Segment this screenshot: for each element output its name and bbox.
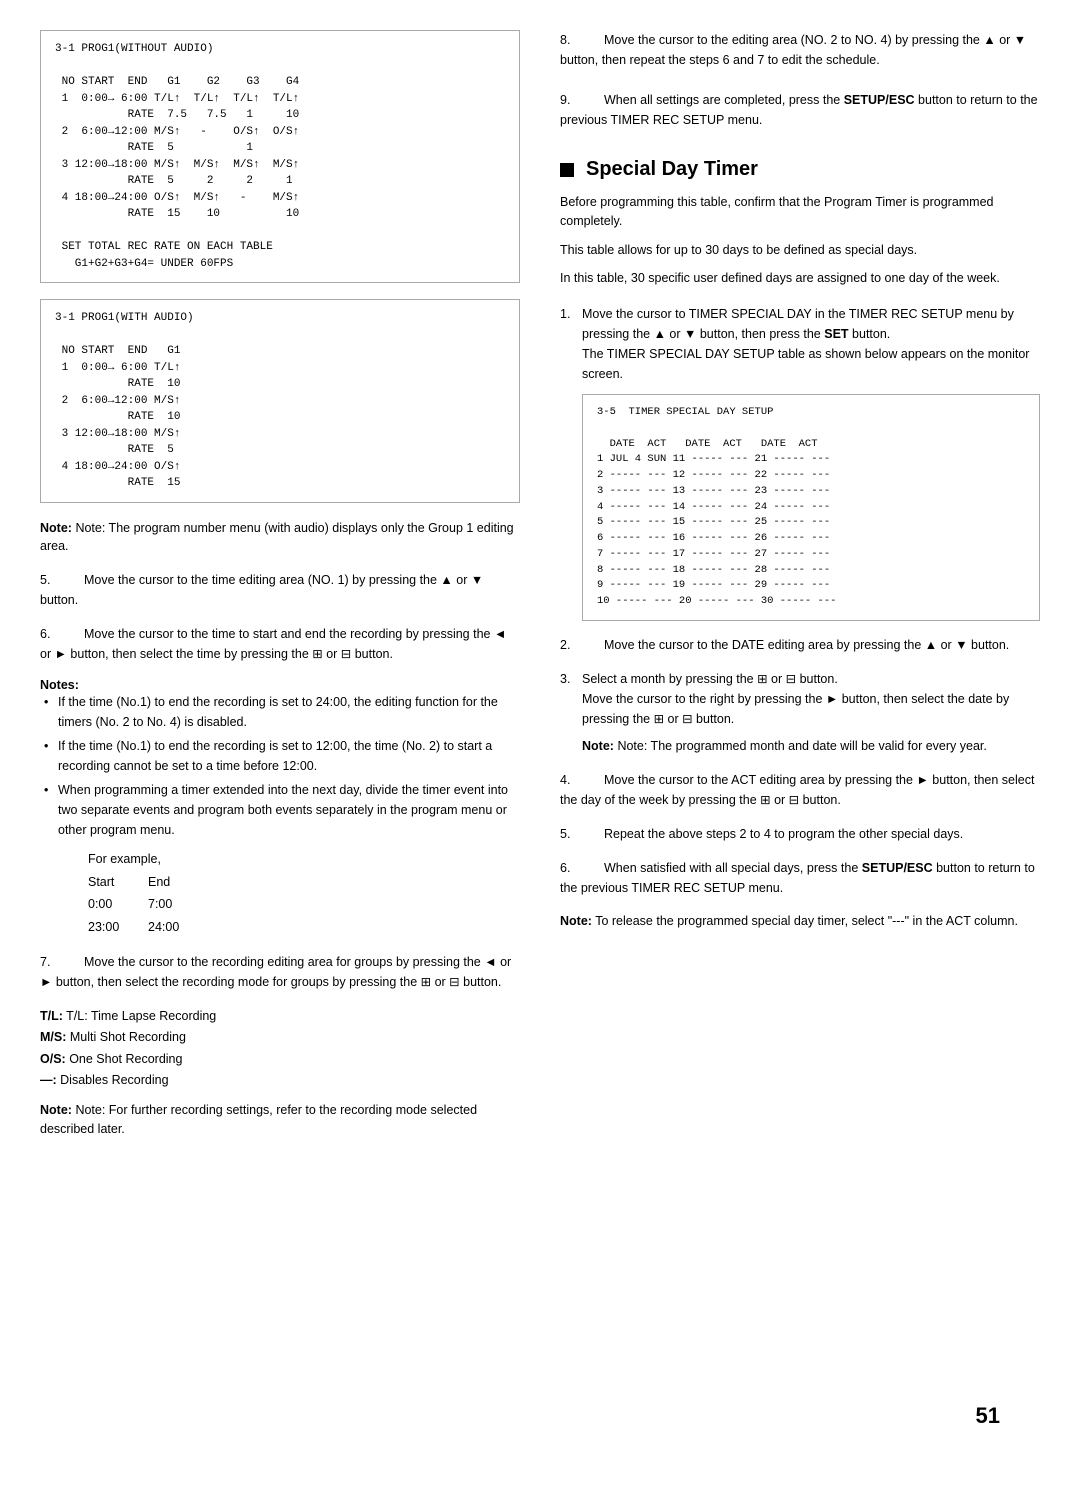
note-programmed: Note: Note: The programmed month and dat… [582,737,1040,756]
note-release: Note: To release the programmed special … [560,912,1040,931]
page-layout: 3-1 PROG1(WITHOUT AUDIO) NO START END G1… [40,30,1040,1153]
intro-1: Before programming this table, confirm t… [560,193,1040,231]
code-box-1: 3-1 PROG1(WITHOUT AUDIO) NO START END G1… [40,30,520,283]
right-item-6: 6. When satisfied with all special days,… [560,858,1040,898]
legend-dash: —: Disables Recording [40,1070,520,1091]
legend-ms: M/S: Multi Shot Recording [40,1027,520,1048]
right-item-5: 5. Repeat the above steps 2 to 4 to prog… [560,824,1040,844]
right-item-2: 2. Move the cursor to the DATE editing a… [560,635,1040,655]
left-column: 3-1 PROG1(WITHOUT AUDIO) NO START END G1… [40,30,520,1153]
intro-2: This table allows for up to 30 days to b… [560,241,1040,260]
legend-tl: T/L: T/L: Time Lapse Recording [40,1006,520,1027]
right-item-3: 3. Select a month by pressing the ⊞ or ⊟… [560,669,1040,756]
item-6: 6. Move the cursor to the time to start … [40,624,520,664]
page-wrapper: 3-1 PROG1(WITHOUT AUDIO) NO START END G1… [40,30,1040,1459]
note-bullet-1: If the time (No.1) to end the recording … [40,692,520,732]
section-title: Special Day Timer [560,158,1040,181]
notes-block: Notes: If the time (No.1) to end the rec… [40,678,520,938]
item-8: 8. Move the cursor to the editing area (… [560,30,1040,70]
note-program: Note: Note: The program number menu (wit… [40,519,520,557]
right-item-1: 1. Move the cursor to TIMER SPECIAL DAY … [560,304,1040,621]
right-item-4: 4. Move the cursor to the ACT editing ar… [560,770,1040,810]
item-5: 5. Move the cursor to the time editing a… [40,570,520,610]
legend-block: T/L: T/L: Time Lapse Recording M/S: Mult… [40,1006,520,1091]
code-box-special-day: 3-5 TIMER SPECIAL DAY SETUP DATE ACT DAT… [582,394,1040,621]
item-7: 7. Move the cursor to the recording edit… [40,952,520,992]
black-square-icon [560,163,574,177]
intro-3: In this table, 30 specific user defined … [560,269,1040,288]
note-bullet-3: When programming a timer extended into t… [40,780,520,938]
page-number: 51 [976,1403,1000,1429]
legend-os: O/S: One Shot Recording [40,1049,520,1070]
note-further: Note: Note: For further recording settin… [40,1101,520,1139]
example-block: For example, StartEnd 0:007:00 23:0024:0… [88,848,520,938]
code-box-2: 3-1 PROG1(WITH AUDIO) NO START END G1 1 … [40,299,520,503]
item-9: 9. When all settings are completed, pres… [560,90,1040,130]
note-bullet-2: If the time (No.1) to end the recording … [40,736,520,776]
right-column: 8. Move the cursor to the editing area (… [560,30,1040,1153]
